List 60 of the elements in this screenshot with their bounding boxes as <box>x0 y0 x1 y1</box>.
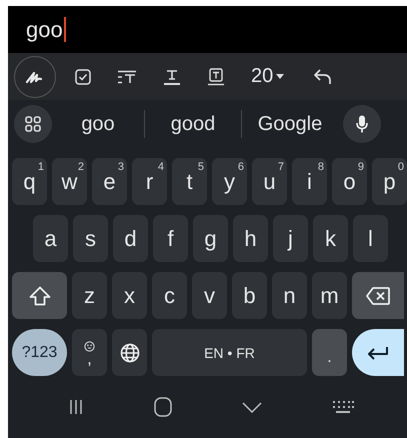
home-icon[interactable] <box>154 397 172 417</box>
suggestion-item[interactable]: Google <box>242 112 338 136</box>
caret-icon <box>276 74 284 79</box>
letter-key[interactable]: a <box>33 215 68 262</box>
microphone-button[interactable] <box>343 105 381 143</box>
letter-key[interactable]: g <box>193 215 228 262</box>
letter-key[interactable]: p $^{0}$ <box>372 158 407 205</box>
undo-icon[interactable] <box>314 68 332 84</box>
letter-key[interactable]: d <box>113 215 148 262</box>
handwriting-button[interactable] <box>14 56 56 98</box>
apps-grid-button[interactable] <box>14 105 52 143</box>
letter-key[interactable]: m <box>312 272 347 319</box>
letter-key[interactable]: c <box>152 272 187 319</box>
checkbox-icon[interactable] <box>75 68 91 84</box>
handwriting-icon <box>25 70 45 84</box>
letter-key[interactable]: i $^{8}$ <box>292 158 327 205</box>
enter-icon <box>367 346 389 360</box>
period-key[interactable]: . <box>312 329 347 376</box>
letter-key[interactable]: h <box>233 215 268 262</box>
text-spacing-icon[interactable] <box>117 70 137 84</box>
globe-icon <box>120 342 140 362</box>
letter-key[interactable]: w $^{2}$ <box>52 158 87 205</box>
suggestion-item[interactable]: good <box>145 112 241 136</box>
letter-key[interactable]: e $^{3}$ <box>92 158 127 205</box>
letter-key[interactable]: v <box>192 272 227 319</box>
shift-key[interactable] <box>12 272 67 319</box>
letter-key[interactable]: x <box>112 272 147 319</box>
smiley-icon <box>84 340 95 352</box>
back-icon[interactable] <box>242 402 262 412</box>
microphone-icon <box>356 115 368 133</box>
suggestion-item[interactable]: goo <box>52 112 144 136</box>
letter-key[interactable]: y $^{6}$ <box>212 158 247 205</box>
letter-key[interactable]: j <box>273 215 308 262</box>
language-key[interactable] <box>112 329 147 376</box>
letter-key[interactable]: r $^{4}$ <box>132 158 167 205</box>
underline-text-icon[interactable] <box>163 68 181 86</box>
letter-key[interactable]: q $^{1}$ <box>12 158 47 205</box>
recent-apps-icon[interactable] <box>68 399 84 415</box>
letter-key[interactable]: n <box>272 272 307 319</box>
font-size-dropdown[interactable]: 20 <box>251 65 284 88</box>
boxed-text-icon[interactable] <box>207 68 225 86</box>
letter-key[interactable]: l <box>353 215 388 262</box>
letter-key[interactable]: o $^{9}$ <box>332 158 367 205</box>
enter-key[interactable] <box>352 329 404 376</box>
letter-key[interactable]: t $^{5}$ <box>172 158 207 205</box>
letter-key[interactable]: u $^{7}$ <box>252 158 287 205</box>
symbols-key[interactable]: ?123 <box>12 329 67 376</box>
keyboard-icon[interactable] <box>332 400 354 414</box>
letter-key[interactable]: f <box>153 215 188 262</box>
grid-icon <box>25 116 41 132</box>
letter-key[interactable]: k <box>313 215 348 262</box>
emoji-key[interactable]: , <box>72 329 107 376</box>
space-key[interactable]: EN • FR <box>152 329 307 376</box>
letter-key[interactable]: z <box>72 272 107 319</box>
backspace-key[interactable] <box>352 272 404 319</box>
letter-key[interactable]: s <box>73 215 108 262</box>
letter-key[interactable]: b <box>232 272 267 319</box>
text-input-field[interactable]: goo <box>26 12 66 46</box>
shift-icon <box>28 286 50 306</box>
backspace-icon <box>366 286 390 304</box>
